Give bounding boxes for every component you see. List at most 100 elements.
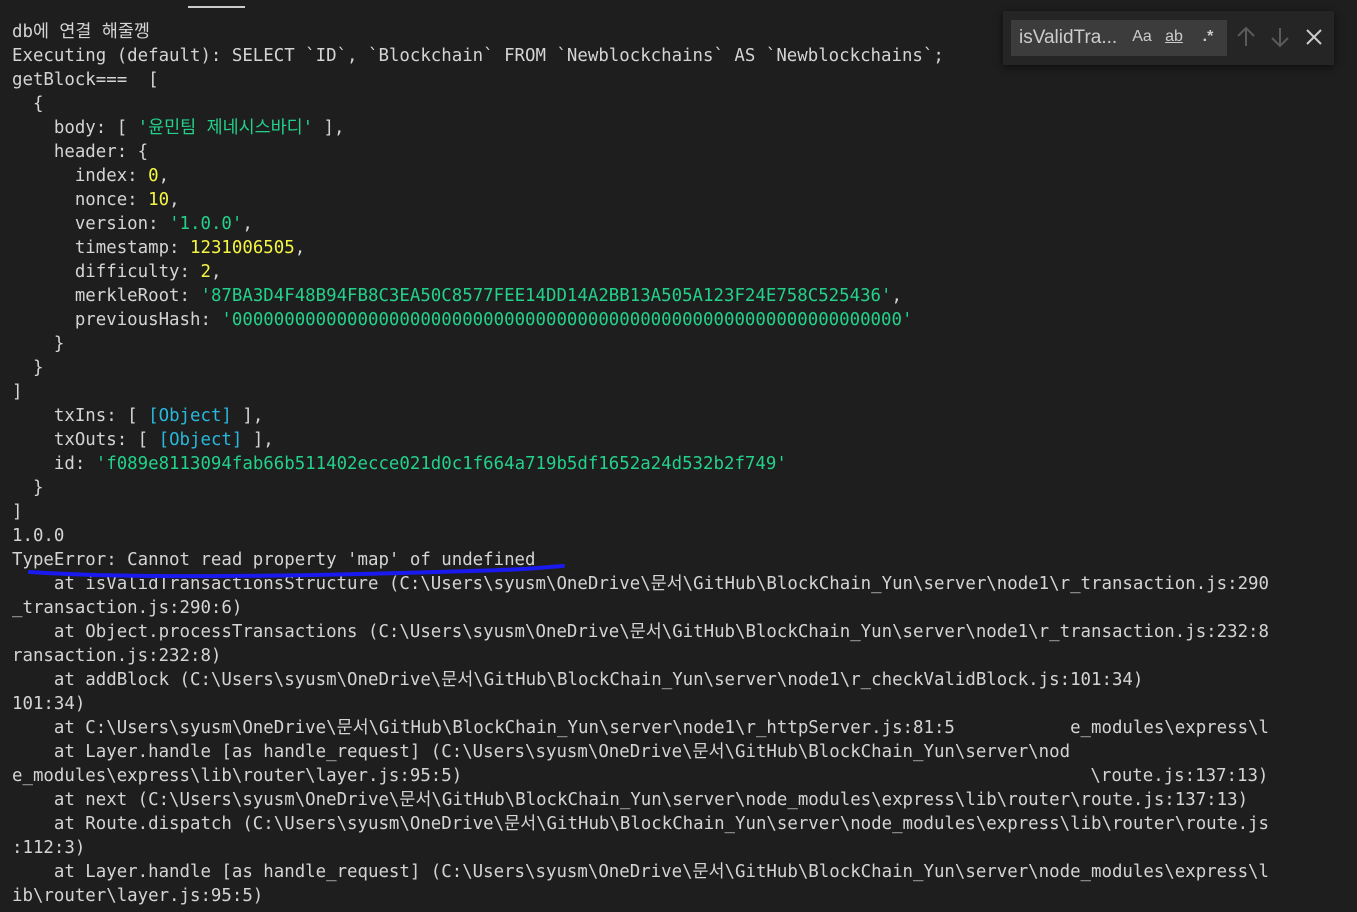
terminal-line: ]: [12, 380, 22, 404]
terminal-text: 0: [148, 166, 159, 186]
terminal-text: 'f089e8113094fab66b511402ecce021d0c1f664…: [95, 454, 787, 474]
terminal-line: timestamp: 1231006505,: [12, 236, 305, 260]
terminal-text: 101:34): [12, 694, 86, 714]
terminal-line: Executing (default): SELECT `ID`, `Block…: [12, 44, 944, 68]
terminal-text: e_modules\express\lib\router\layer.js:95…: [12, 766, 1269, 786]
terminal-text: index:: [12, 166, 149, 186]
terminal-text: ],: [231, 406, 264, 426]
terminal-line: }: [12, 332, 64, 356]
terminal-line: 1.0.0: [12, 524, 64, 548]
terminal-line: e_modules\express\lib\router\layer.js:95…: [12, 764, 1268, 788]
terminal-line: nonce: 10,: [12, 188, 180, 212]
terminal-text: Executing (default): SELECT `ID`, `Block…: [12, 46, 944, 66]
terminal-text: ,: [242, 214, 253, 234]
terminal-text: 1.0.0: [12, 526, 65, 546]
terminal-text: at C:\Users\syusm\OneDrive\문서\GitHub\Blo…: [12, 718, 1269, 738]
terminal-text: [Object]: [148, 406, 232, 426]
terminal-text: at Object.processTransactions (C:\Users\…: [12, 622, 1269, 642]
terminal-text: ],: [242, 430, 274, 450]
terminal-text: 2: [200, 262, 211, 282]
terminal-line: {: [12, 92, 43, 116]
tab-indicator: [188, 6, 245, 8]
whole-word-label: ab: [1165, 28, 1183, 45]
terminal-text: db에 연결 해줄껭: [12, 22, 150, 42]
terminal-text: at next (C:\Users\syusm\OneDrive\문서\GitH…: [12, 790, 1249, 810]
terminal-text: 10: [148, 190, 170, 210]
terminal-line: ransaction.js:232:8): [12, 644, 221, 668]
terminal-text: txOuts: [: [12, 430, 159, 450]
terminal-line: ib\router\layer.js:95:5): [12, 884, 263, 908]
terminal-text: header: {: [12, 142, 149, 162]
terminal-text: '윤민팀 제네시스바디': [137, 118, 314, 138]
terminal-output[interactable]: db에 연결 해줄껭 Executing (default): SELECT `I…: [0, 0, 1357, 912]
whole-word-toggle[interactable]: ab: [1159, 22, 1189, 52]
terminal-text: body: [: [12, 118, 138, 138]
terminal-line: at next (C:\Users\syusm\OneDrive\문서\GitH…: [12, 788, 1248, 812]
terminal-line: TypeError: Cannot read property 'map' of…: [12, 548, 536, 572]
terminal-line: _transaction.js:290:6): [12, 596, 242, 620]
terminal-line: ]: [12, 500, 22, 524]
find-widget: isValidTra... Aa ab .*: [1003, 11, 1334, 65]
terminal-line: }: [12, 356, 43, 380]
terminal-line: at Route.dispatch (C:\Users\syusm\OneDri…: [12, 812, 1269, 836]
terminal-line: at Layer.handle [as handle_request] (C:\…: [12, 740, 1070, 764]
terminal-text: getBlock=== [: [12, 70, 159, 90]
terminal-line: id: 'f089e8113094fab66b511402ecce021d0c1…: [12, 452, 787, 476]
close-icon[interactable]: [1300, 23, 1328, 51]
terminal-text: at isValidTransactionsStructure (C:\User…: [12, 574, 1269, 594]
terminal-text: version:: [12, 214, 170, 234]
terminal-text: timestamp:: [12, 238, 190, 258]
terminal-line: }: [12, 476, 43, 500]
terminal-line: at Layer.handle [as handle_request] (C:\…: [12, 860, 1269, 884]
terminal-line: at addBlock (C:\Users\syusm\OneDrive\문서\…: [12, 668, 1143, 692]
terminal-line: txOuts: [ [Object] ],: [12, 428, 274, 452]
terminal-line: difficulty: 2,: [12, 260, 222, 284]
terminal-text: ]: [12, 502, 23, 522]
terminal-line: at isValidTransactionsStructure (C:\User…: [12, 572, 1269, 596]
terminal-text: {: [12, 94, 44, 114]
terminal-text: at Route.dispatch (C:\Users\syusm\OneDri…: [12, 814, 1269, 834]
terminal-text: ib\router\layer.js:95:5): [12, 886, 264, 906]
terminal-text: difficulty:: [12, 262, 201, 282]
terminal-line: index: 0,: [12, 164, 169, 188]
terminal-text: id:: [12, 454, 96, 474]
terminal-line: 101:34): [12, 692, 85, 716]
terminal-text: TypeError: Cannot read property 'map' of…: [12, 550, 536, 570]
terminal-text: at Layer.handle [as handle_request] (C:\…: [12, 862, 1269, 882]
terminal-line: at Object.processTransactions (C:\Users\…: [12, 620, 1269, 644]
terminal-text: ,: [158, 166, 170, 186]
terminal-text: '87BA3D4F48B94FB8C3EA50C8577FEE14DD14A2B…: [200, 286, 892, 306]
terminal-text: '1.0.0': [169, 214, 243, 234]
terminal-text: ],: [313, 118, 345, 138]
previous-match-icon[interactable]: [1232, 23, 1260, 51]
next-match-icon[interactable]: [1266, 23, 1294, 51]
terminal-text: merkleRoot:: [12, 286, 201, 306]
match-case-toggle[interactable]: Aa: [1129, 22, 1155, 52]
terminal-line: :112:3): [12, 836, 85, 860]
terminal-text: ,: [210, 262, 222, 282]
terminal-text: at addBlock (C:\Users\syusm\OneDrive\문서\…: [12, 670, 1144, 690]
regex-toggle[interactable]: .*: [1194, 22, 1222, 52]
terminal-text: _transaction.js:290:6): [12, 598, 243, 618]
terminal-line: header: {: [12, 140, 148, 164]
terminal-text: '000000000000000000000000000000000000000…: [221, 310, 913, 330]
terminal-text: txIns: [: [12, 406, 149, 426]
terminal-line: previousHash: '0000000000000000000000000…: [12, 308, 913, 332]
terminal-line: version: '1.0.0',: [12, 212, 253, 236]
terminal-text: 1231006505: [190, 238, 295, 258]
terminal-line: merkleRoot: '87BA3D4F48B94FB8C3EA50C8577…: [12, 284, 902, 308]
terminal-text: ]: [12, 382, 23, 402]
terminal-text: }: [12, 334, 65, 354]
terminal-text: }: [12, 358, 44, 378]
terminal-line: at C:\Users\syusm\OneDrive\문서\GitHub\Blo…: [12, 716, 1269, 740]
terminal-text: at Layer.handle [as handle_request] (C:\…: [12, 742, 1071, 762]
terminal-text: previousHash:: [12, 310, 222, 330]
terminal-text: }: [12, 478, 44, 498]
terminal-line: txIns: [ [Object] ],: [12, 404, 263, 428]
terminal-text: [Object]: [158, 430, 243, 450]
terminal-text: :112:3): [12, 838, 86, 858]
terminal-text: nonce:: [12, 190, 149, 210]
terminal-line: getBlock=== [: [12, 68, 159, 92]
terminal-text: ,: [169, 190, 180, 210]
terminal-text: ransaction.js:232:8): [12, 646, 222, 666]
